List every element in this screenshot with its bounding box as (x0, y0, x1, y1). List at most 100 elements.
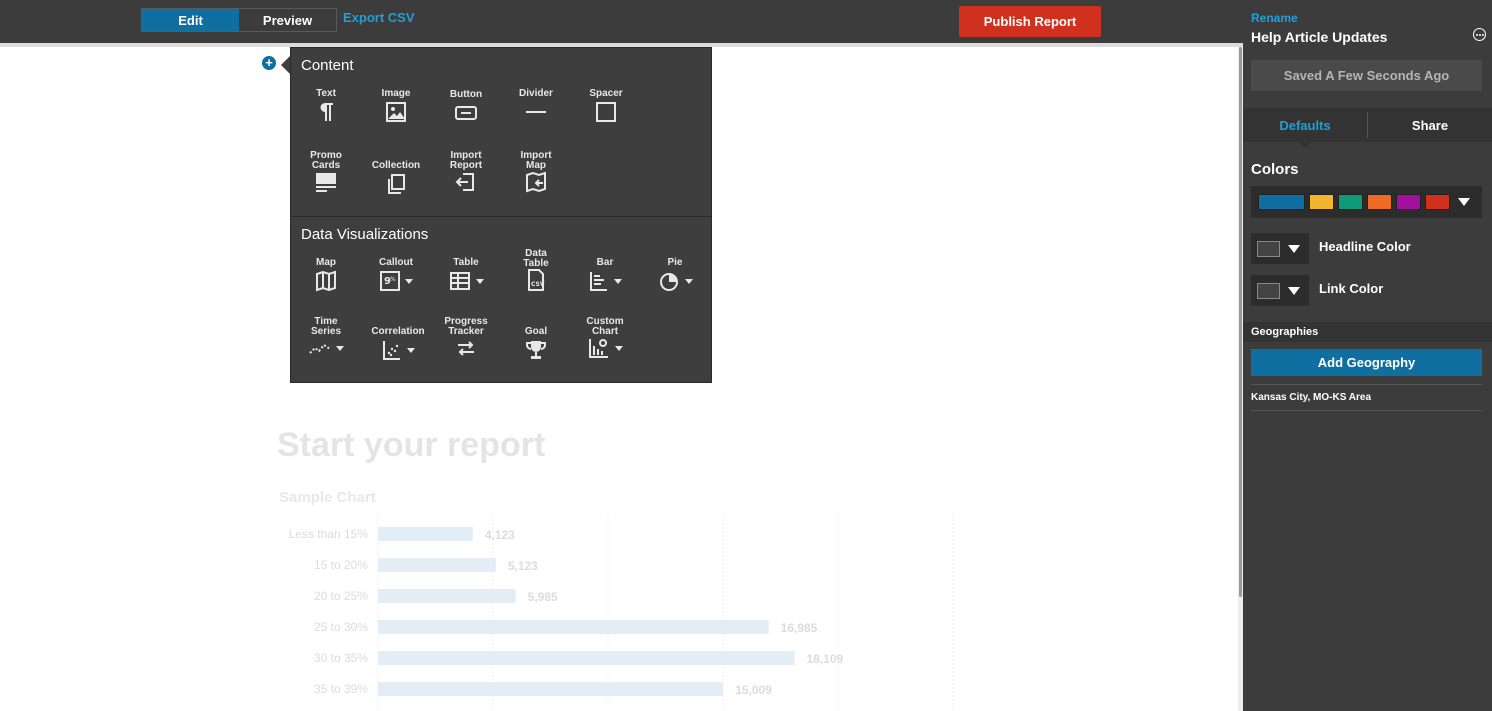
add-element-button[interactable]: + (262, 56, 276, 70)
geographies-heading: Geographies (1243, 322, 1492, 342)
csv-file-icon: CSV (525, 269, 547, 291)
chart-value-label: 18,109 (807, 652, 844, 666)
save-status: Saved A Few Seconds Ago (1251, 60, 1482, 91)
bar-chart-icon (589, 270, 622, 292)
insert-pie-item[interactable]: Pie (640, 258, 710, 292)
content-heading: Content (301, 57, 354, 74)
palette-swatch (1367, 194, 1392, 210)
insert-progress-tracker-item[interactable]: Progress Tracker (431, 317, 501, 359)
publish-report-button[interactable]: Publish Report (959, 6, 1101, 37)
item-label: Button (449, 89, 483, 100)
insert-custom-chart-item[interactable]: Custom Chart (570, 317, 640, 359)
chart-value-label: 5,985 (528, 590, 558, 604)
insert-goal-item[interactable]: Goal (501, 327, 571, 361)
spacer-icon (595, 101, 617, 123)
top-toolbar: Edit Preview Export CSV Publish Report (0, 0, 1243, 43)
item-label: Divider (519, 88, 553, 99)
color-palette-select[interactable] (1251, 186, 1482, 218)
item-label: Spacer (589, 88, 623, 99)
paragraph-icon (316, 101, 336, 123)
chart-category-label: 20 to 25% (314, 589, 368, 603)
insert-promo-cards-item[interactable]: Promo Cards (291, 151, 361, 193)
dropdown-caret-icon (335, 345, 344, 351)
app-root: Edit Preview Export CSV Publish Report S… (0, 0, 1492, 711)
tab-defaults[interactable]: Defaults (1243, 108, 1367, 148)
item-label: Callout (379, 257, 413, 268)
chart-bar (378, 651, 795, 665)
link-color-picker[interactable] (1251, 275, 1309, 306)
insert-time-series-item[interactable]: Time Series (291, 317, 361, 359)
insert-callout-item[interactable]: Callout 9% (361, 258, 431, 292)
data-visualizations-heading: Data Visualizations (301, 226, 429, 243)
collection-icon (385, 173, 407, 195)
svg-text:%: % (390, 276, 396, 283)
item-label: Promo Cards (310, 150, 342, 171)
import-map-icon (525, 171, 547, 193)
more-options-icon[interactable] (1473, 28, 1486, 41)
item-label: Collection (371, 160, 421, 171)
link-color-label: Link Color (1319, 281, 1384, 296)
preview-mode-button[interactable]: Preview (239, 9, 336, 31)
custom-chart-icon (588, 337, 623, 359)
mode-toggle: Edit Preview (141, 8, 337, 32)
image-icon (385, 101, 407, 123)
headline-color-label: Headline Color (1319, 239, 1411, 254)
item-label: Correlation (371, 326, 425, 337)
insert-text-item[interactable]: Text (291, 89, 361, 123)
headline-color-swatch (1257, 240, 1280, 257)
progress-tracker-icon (455, 337, 477, 359)
menu-section-divider (291, 216, 711, 217)
colors-heading: Colors (1251, 161, 1299, 178)
edit-mode-button[interactable]: Edit (142, 9, 239, 31)
item-label: Custom Chart (586, 316, 624, 337)
chart-bar (378, 558, 496, 572)
headline-color-picker[interactable] (1251, 233, 1309, 264)
map-icon (315, 270, 337, 292)
insert-map-item[interactable]: Map (291, 258, 361, 292)
insert-import-map-item[interactable]: Import Map (501, 151, 571, 193)
chevron-down-icon (1288, 244, 1300, 253)
item-label: Pie (667, 257, 683, 268)
report-title-placeholder[interactable]: Start your report (277, 426, 545, 465)
insert-divider-item[interactable]: Divider (501, 89, 571, 123)
divider-icon (525, 101, 547, 123)
dropdown-caret-icon (406, 347, 415, 353)
item-label: Progress Tracker (444, 316, 488, 337)
chart-category-label: Less than 15% (289, 527, 369, 541)
chart-category-label: 15 to 20% (314, 558, 368, 572)
divider (1251, 384, 1482, 385)
dropdown-caret-icon (404, 278, 413, 284)
tab-share[interactable]: Share (1368, 108, 1492, 142)
chart-value-label: 4,123 (485, 528, 515, 542)
insert-image-item[interactable]: Image (361, 89, 431, 123)
insert-collection-item[interactable]: Collection (361, 161, 431, 195)
menu-pointer (281, 56, 290, 74)
chart-category-label: 35 to 39% (314, 682, 368, 696)
chart-category-label: 30 to 35% (314, 651, 368, 665)
chart-bar (378, 527, 473, 541)
svg-text:CSV: CSV (531, 281, 545, 288)
chart-value-label: 15,009 (735, 683, 772, 697)
rename-link[interactable]: Rename (1251, 11, 1298, 25)
link-color-swatch (1257, 282, 1280, 299)
insert-import-report-item[interactable]: Import Report (431, 151, 501, 193)
insert-element-menu: Content Text Image Button Divider Spacer… (290, 47, 712, 383)
insert-data-table-item[interactable]: Data Table CSV (501, 249, 571, 291)
insert-table-item[interactable]: Table (431, 258, 501, 292)
insert-spacer-item[interactable]: Spacer (571, 89, 641, 123)
palette-swatch (1258, 194, 1305, 210)
trophy-icon (525, 339, 547, 361)
time-series-icon (308, 337, 344, 359)
scatter-icon (382, 339, 415, 361)
export-csv-link[interactable]: Export CSV (343, 10, 415, 25)
insert-button-item[interactable]: Button (431, 90, 501, 124)
geography-item[interactable]: Kansas City, MO-KS Area (1251, 392, 1371, 403)
chevron-down-icon (1288, 286, 1300, 295)
add-geography-button[interactable]: Add Geography (1251, 349, 1482, 376)
dropdown-caret-icon (684, 278, 693, 284)
insert-correlation-item[interactable]: Correlation (363, 327, 433, 361)
callout-icon: 9% (379, 270, 413, 292)
canvas-scrollbar-thumb[interactable] (1239, 47, 1242, 597)
insert-bar-item[interactable]: Bar (570, 258, 640, 292)
item-label: Time Series (310, 316, 342, 337)
